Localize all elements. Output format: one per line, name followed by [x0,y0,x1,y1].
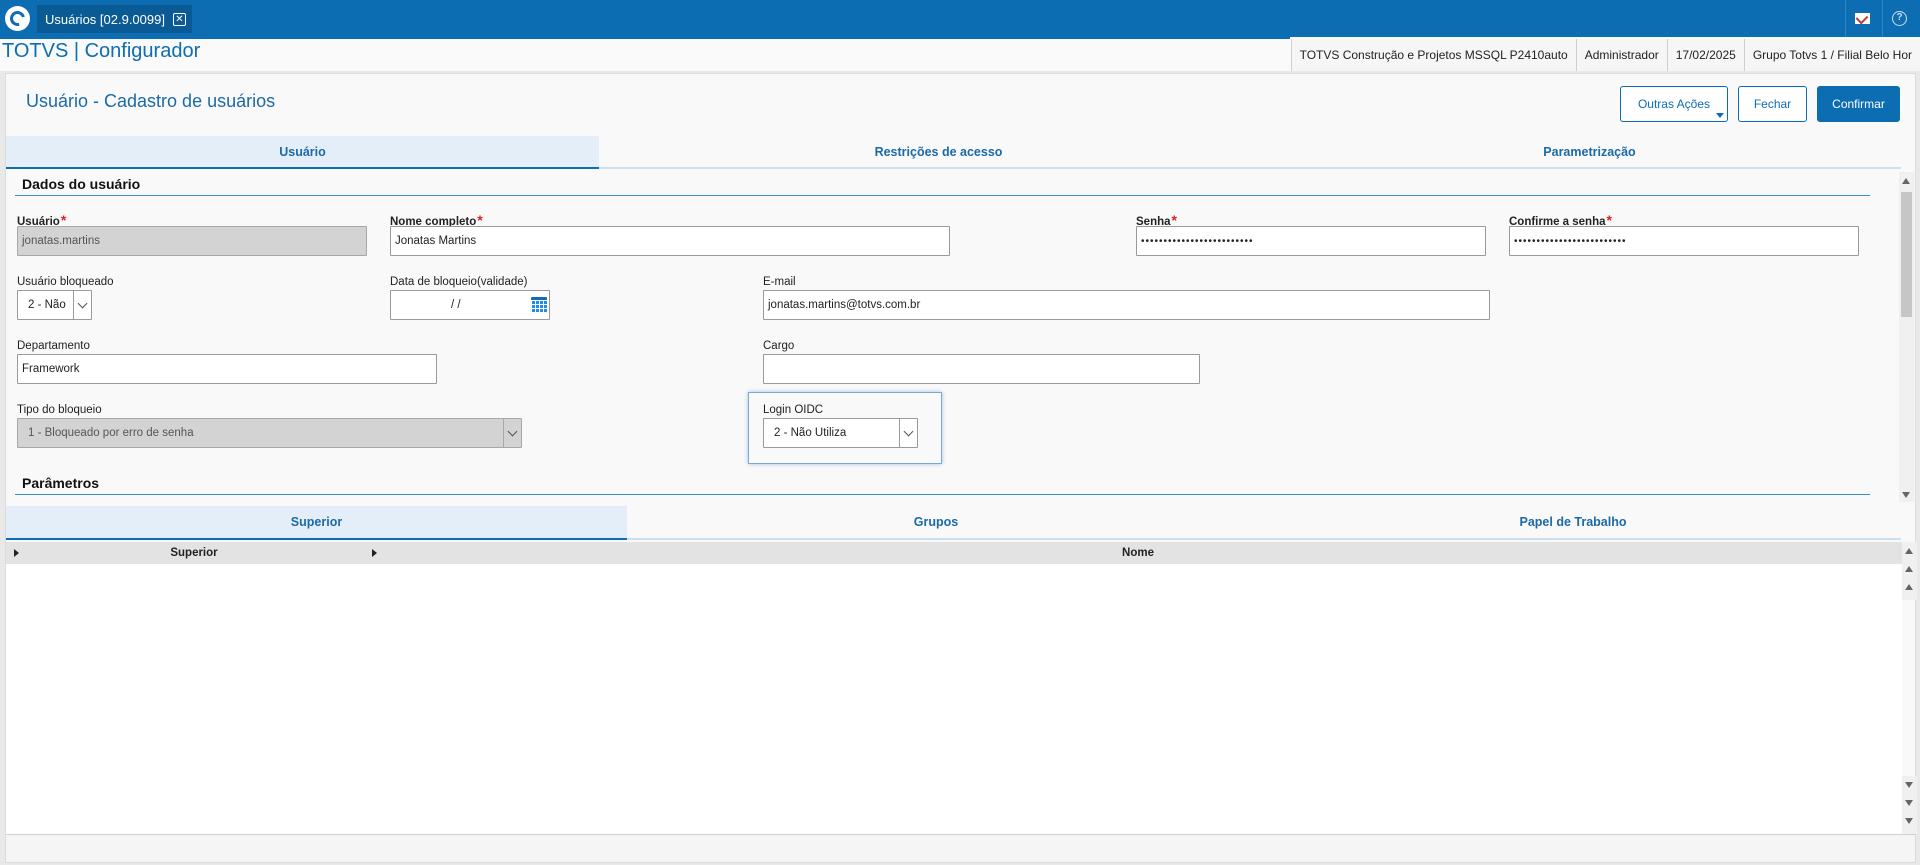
column-header-nome[interactable]: Nome [378,542,1898,564]
grid-body [6,564,1902,834]
app-title: TOTVS | Configurador [2,40,201,62]
confirm-button[interactable]: Confirmar [1817,86,1900,122]
user-info[interactable]: Administrador [1575,39,1667,71]
status-bar [6,834,1915,862]
close-button[interactable]: Fechar [1738,86,1807,122]
scroll-down-icon[interactable] [1902,492,1910,498]
label-cargo: Cargo [763,340,795,352]
chevron-down-icon[interactable] [73,291,91,319]
label-login-oidc: Login OIDC [763,404,824,416]
session-info: TOTVS Construção e Projetos MSSQL P2410a… [1290,39,1920,71]
label-email: E-mail [763,276,796,288]
scroll-thumb[interactable] [1901,192,1912,317]
column-header-superior[interactable]: Superior [24,542,364,564]
usuario-field[interactable]: jonatas.martins [17,226,367,256]
section-title-dados-usuario: Dados do usuário [22,176,141,192]
grid-scrollbar-top[interactable] [1902,542,1917,600]
tab-usuario[interactable]: Usuário [6,136,599,169]
grid-header: Superior Nome [6,542,1902,564]
row-marker-icon [14,549,19,557]
scroll-down-icon[interactable] [1905,800,1913,806]
login-oidc-select[interactable]: 2 - Não Utiliza [763,418,918,448]
label-tipo-bloqueio: Tipo do bloqueio [17,404,102,416]
section-title-parametros: Parâmetros [22,475,100,491]
scroll-up-icon[interactable] [1905,566,1913,572]
title-bar: Usuários [02.9.0099] ✕ ? [0,0,1920,37]
date-info[interactable]: 17/02/2025 [1666,39,1744,71]
scroll-bottom-icon[interactable] [1905,818,1913,824]
column-resize-icon[interactable] [372,549,377,557]
chevron-down-icon [1716,113,1724,118]
app-tab-label: Usuários [02.9.0099] [45,11,165,27]
chevron-down-icon[interactable] [899,419,917,447]
tab-grupos[interactable]: Grupos [627,506,1245,540]
scroll-down-icon[interactable] [1905,782,1913,788]
help-button[interactable]: ? [1882,0,1916,37]
tab-papel-trabalho[interactable]: Papel de Trabalho [1245,506,1901,540]
form-scrollbar[interactable] [1899,172,1914,502]
senha-field[interactable]: ••••••••••••••••••••••••• [1136,226,1486,256]
usuario-bloqueado-select[interactable]: 2 - Não [17,290,92,320]
label-usuario-bloqueado: Usuário bloqueado [17,276,114,288]
environment-info[interactable]: TOTVS Construção e Projetos MSSQL P2410a… [1290,39,1576,71]
data-bloqueio-field[interactable]: / / [390,290,550,320]
email-field[interactable]: jonatas.martins@totvs.com.br [763,290,1490,320]
chevron-down-icon[interactable] [503,419,521,447]
params-tabs: Superior Grupos Papel de Trabalho [6,506,1901,540]
cargo-field[interactable] [763,354,1200,384]
header-strip: TOTVS | Configurador TOTVS Construção e … [0,37,1920,71]
app-tab-usuarios[interactable]: Usuários [02.9.0099] ✕ [37,5,192,33]
nome-completo-field[interactable]: Jonatas Martins [390,226,950,256]
grid-scrollbar-bottom[interactable] [1902,776,1917,834]
departamento-field[interactable]: Framework [17,354,437,384]
company-info[interactable]: Grupo Totvs 1 / Filial Belo Hor [1743,39,1920,71]
tab-parametrizacao[interactable]: Parametrização [1278,136,1901,169]
scroll-up-icon[interactable] [1902,178,1910,184]
scroll-top-icon[interactable] [1905,548,1913,554]
confirme-senha-field[interactable]: ••••••••••••••••••••••••• [1509,226,1859,256]
tipo-bloqueio-select[interactable]: 1 - Bloqueado por erro de senha [17,418,522,448]
totvs-logo-icon [5,6,30,31]
label-departamento: Departamento [17,340,90,352]
calendar-icon[interactable] [531,297,547,313]
close-icon[interactable]: ✕ [172,12,186,26]
page-title: Usuário - Cadastro de usuários [26,91,276,111]
tab-restricoes-acesso[interactable]: Restrições de acesso [599,136,1278,169]
scroll-up-icon[interactable] [1905,584,1913,590]
other-actions-button[interactable]: Outras Ações [1620,86,1728,122]
mail-icon [1855,13,1870,24]
tab-superior[interactable]: Superior [6,506,627,540]
form-panel: Usuário - Cadastro de usuários Outras Aç… [5,73,1917,863]
label-data-bloqueio: Data de bloqueio(validade) [390,276,528,288]
main-tabs: Usuário Restrições de acesso Parametriza… [6,136,1901,169]
mail-button[interactable] [1845,0,1879,37]
help-icon: ? [1892,11,1907,26]
